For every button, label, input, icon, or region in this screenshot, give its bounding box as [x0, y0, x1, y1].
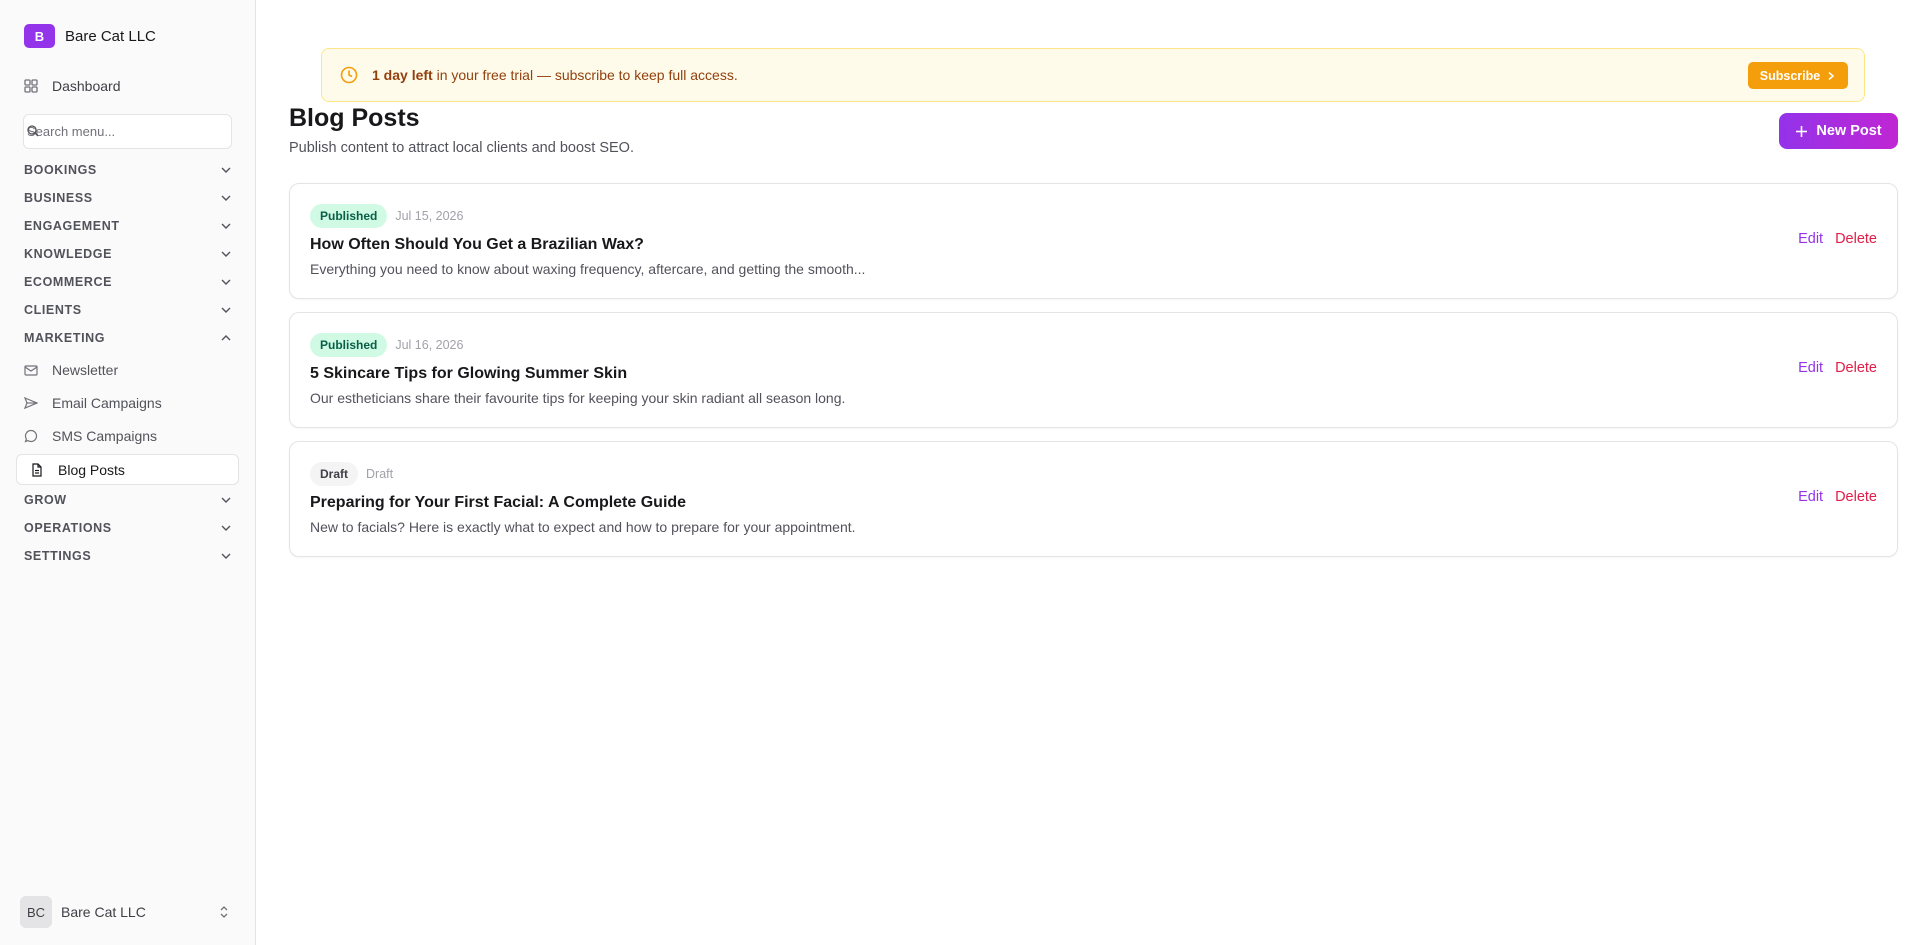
- section-label: ENGAGEMENT: [24, 219, 120, 233]
- chevrons-up-down-icon: [218, 905, 230, 919]
- sidebar-item-label: Email Campaigns: [52, 395, 162, 411]
- page-title: Blog Posts: [289, 104, 420, 132]
- post-title: How Often Should You Get a Brazilian Wax…: [310, 236, 644, 253]
- post-actions: Edit Delete: [1798, 489, 1877, 505]
- search-input[interactable]: [24, 124, 231, 139]
- chevron-right-icon: [1826, 71, 1836, 81]
- section-engagement[interactable]: ENGAGEMENT: [24, 215, 232, 237]
- sidebar-item-blog-posts[interactable]: Blog Posts: [16, 454, 239, 485]
- chevron-down-icon: [220, 550, 232, 562]
- section-label: GROW: [24, 493, 67, 507]
- brand-logo: B: [24, 24, 55, 48]
- section-settings[interactable]: SETTINGS: [24, 545, 232, 567]
- sidebar-item-newsletter[interactable]: Newsletter: [24, 358, 118, 382]
- sidebar-item-label: SMS Campaigns: [52, 428, 158, 444]
- section-ecommerce[interactable]: ECOMMERCE: [24, 271, 232, 293]
- post-meta: Published Jul 16, 2026: [310, 333, 463, 357]
- section-label: KNOWLEDGE: [24, 247, 113, 261]
- account-switcher[interactable]: BC Bare Cat LLC: [20, 896, 230, 928]
- section-business[interactable]: BUSINESS: [24, 187, 232, 209]
- status-badge: Published: [310, 204, 388, 228]
- account-name: Bare Cat LLC: [61, 904, 146, 920]
- search-icon: [27, 125, 39, 137]
- chevron-down-icon: [220, 192, 232, 204]
- edit-link[interactable]: Edit: [1798, 360, 1823, 376]
- delete-link[interactable]: Delete: [1835, 489, 1877, 505]
- chevron-down-icon: [220, 164, 232, 176]
- trial-banner: 1 day left in your free trial — subscrib…: [321, 48, 1865, 102]
- banner-days-left: 1 day left: [372, 67, 433, 83]
- post-excerpt: Our estheticians share their favourite t…: [310, 390, 846, 406]
- status-badge: Published: [310, 333, 388, 357]
- post-date: Jul 16, 2026: [395, 338, 464, 352]
- file-text-icon: [30, 462, 44, 477]
- banner-text: 1 day left in your free trial — subscrib…: [372, 67, 738, 83]
- grid-icon: [24, 79, 38, 93]
- new-post-label: New Post: [1816, 123, 1882, 139]
- section-label: BOOKINGS: [24, 163, 97, 177]
- banner-message: in your free trial — subscribe to keep f…: [432, 67, 738, 83]
- sidebar-item-label: Newsletter: [52, 362, 119, 378]
- sidebar-item-email-campaigns[interactable]: Email Campaigns: [24, 391, 162, 415]
- post-actions: Edit Delete: [1798, 231, 1877, 247]
- section-grow[interactable]: GROW: [24, 489, 232, 511]
- post-date: Jul 15, 2026: [395, 209, 464, 223]
- post-actions: Edit Delete: [1798, 360, 1877, 376]
- search-menu: [23, 114, 232, 149]
- sidebar-item-sms-campaigns[interactable]: SMS Campaigns: [24, 424, 157, 448]
- brand-name: Bare Cat LLC: [65, 27, 156, 45]
- section-label: MARKETING: [24, 331, 106, 345]
- new-post-button[interactable]: New Post: [1779, 113, 1898, 149]
- chevron-down-icon: [220, 494, 232, 506]
- sidebar: B Bare Cat LLC Dashboard BOOKINGS BUSINE…: [0, 0, 256, 945]
- section-label: CLIENTS: [24, 303, 82, 317]
- section-label: BUSINESS: [24, 191, 93, 205]
- delete-link[interactable]: Delete: [1835, 231, 1877, 247]
- section-knowledge[interactable]: KNOWLEDGE: [24, 243, 232, 265]
- page-subtitle: Publish content to attract local clients…: [289, 140, 634, 156]
- sidebar-item-label: Dashboard: [52, 78, 121, 94]
- post-date: Draft: [366, 467, 394, 481]
- post-card: Published Jul 16, 2026 5 Skincare Tips f…: [289, 312, 1898, 428]
- section-clients[interactable]: CLIENTS: [24, 299, 232, 321]
- section-operations[interactable]: OPERATIONS: [24, 517, 232, 539]
- sidebar-item-dashboard[interactable]: Dashboard: [24, 78, 121, 94]
- message-circle-icon: [24, 429, 38, 443]
- status-badge: Draft: [310, 462, 359, 486]
- chevron-down-icon: [220, 304, 232, 316]
- section-marketing[interactable]: MARKETING: [24, 327, 232, 349]
- send-icon: [24, 396, 38, 410]
- post-card: Draft Draft Preparing for Your First Fac…: [289, 441, 1898, 557]
- post-title: 5 Skincare Tips for Glowing Summer Skin: [310, 365, 628, 382]
- post-excerpt: Everything you need to know about waxing…: [310, 261, 866, 277]
- post-meta: Published Jul 15, 2026: [310, 204, 463, 228]
- post-excerpt: New to facials? Here is exactly what to …: [310, 519, 856, 535]
- avatar: BC: [20, 896, 52, 928]
- section-label: OPERATIONS: [24, 521, 112, 535]
- edit-link[interactable]: Edit: [1798, 489, 1823, 505]
- brand[interactable]: B Bare Cat LLC: [24, 24, 156, 48]
- chevron-down-icon: [220, 276, 232, 288]
- post-meta: Draft Draft: [310, 462, 393, 486]
- chevron-down-icon: [220, 248, 232, 260]
- post-card: Published Jul 15, 2026 How Often Should …: [289, 183, 1898, 299]
- delete-link[interactable]: Delete: [1835, 360, 1877, 376]
- chevron-down-icon: [220, 220, 232, 232]
- chevron-down-icon: [220, 522, 232, 534]
- subscribe-label: Subscribe: [1759, 68, 1821, 83]
- mail-icon: [24, 363, 38, 377]
- section-label: ECOMMERCE: [24, 275, 113, 289]
- section-label: SETTINGS: [24, 549, 92, 563]
- section-bookings[interactable]: BOOKINGS: [24, 159, 232, 181]
- chevron-up-icon: [220, 332, 232, 344]
- edit-link[interactable]: Edit: [1798, 231, 1823, 247]
- post-title: Preparing for Your First Facial: A Compl…: [310, 494, 687, 511]
- sidebar-item-label: Blog Posts: [58, 461, 125, 478]
- clock-icon: [340, 66, 358, 84]
- plus-icon: [1795, 125, 1808, 138]
- subscribe-button[interactable]: Subscribe: [1748, 62, 1848, 89]
